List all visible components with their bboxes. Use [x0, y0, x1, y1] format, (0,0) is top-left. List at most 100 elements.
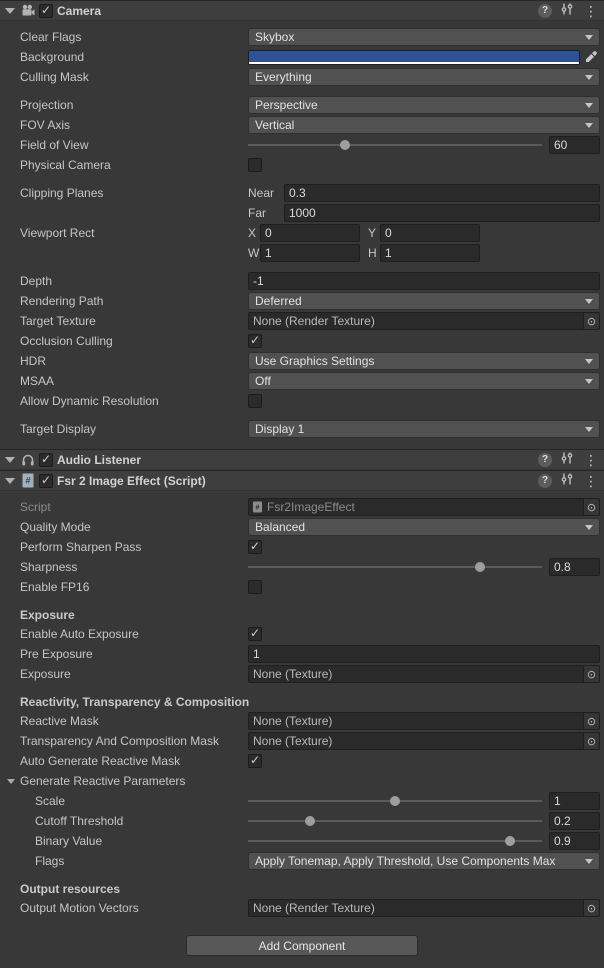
viewport-h-input[interactable]: 1	[380, 244, 480, 262]
property-label: Field of View	[0, 138, 248, 152]
foldout-open-icon[interactable]	[5, 8, 15, 14]
property-label: Sharpness	[0, 560, 248, 574]
object-picker-icon[interactable]: ⊙	[583, 666, 599, 682]
flags-dropdown[interactable]: Apply Tonemap, Apply Threshold, Use Comp…	[248, 852, 600, 870]
audio-listener-enabled-checkbox[interactable]	[39, 453, 53, 467]
msaa-dropdown[interactable]: Off	[248, 372, 600, 390]
physical-camera-checkbox[interactable]	[248, 158, 262, 172]
property-label: Viewport Rect	[0, 226, 248, 240]
svg-text:#: #	[256, 505, 260, 512]
presets-icon[interactable]	[560, 451, 574, 468]
camera-enabled-checkbox[interactable]	[39, 4, 53, 18]
slider-handle[interactable]	[305, 816, 315, 826]
slider-track[interactable]	[248, 566, 542, 568]
target-texture-object-field[interactable]: None (Render Texture) ⊙	[248, 312, 600, 330]
section-header-output: Output resources	[0, 881, 604, 897]
enable-auto-exposure-checkbox[interactable]	[248, 627, 262, 641]
property-label: Cutoff Threshold	[0, 814, 248, 828]
occlusion-culling-checkbox[interactable]	[248, 334, 262, 348]
property-row: Projection Perspective	[0, 96, 600, 114]
headphones-icon	[19, 452, 36, 468]
more-menu-icon[interactable]: ⋮	[582, 453, 600, 467]
background-color-field[interactable]	[248, 50, 580, 65]
foldout-open-icon[interactable]	[5, 457, 15, 463]
help-icon[interactable]: ?	[538, 4, 552, 18]
object-picker-icon[interactable]: ⊙	[583, 900, 599, 916]
slider-track[interactable]	[248, 820, 542, 822]
scale-input[interactable]: 1	[549, 792, 600, 810]
viewport-x-input[interactable]: 0	[260, 224, 360, 242]
quality-mode-dropdown[interactable]: Balanced	[248, 518, 600, 536]
target-display-dropdown[interactable]: Display 1	[248, 420, 600, 438]
transparency-mask-object-field[interactable]: None (Texture) ⊙	[248, 732, 600, 750]
fov-axis-dropdown[interactable]: Vertical	[248, 116, 600, 134]
object-picker-icon[interactable]: ⊙	[583, 313, 599, 329]
slider-handle[interactable]	[475, 562, 485, 572]
projection-dropdown[interactable]: Perspective	[248, 96, 600, 114]
foldout-open-icon[interactable]	[5, 478, 15, 484]
property-row: Generate Reactive Parameters	[0, 772, 600, 790]
property-row: Enable FP16	[0, 578, 600, 596]
slider-track[interactable]	[248, 840, 542, 842]
help-icon[interactable]: ?	[538, 474, 552, 488]
slider-handle[interactable]	[340, 140, 350, 150]
binary-value-slider[interactable]	[248, 832, 542, 850]
presets-icon[interactable]	[560, 472, 574, 489]
presets-icon[interactable]	[560, 2, 574, 19]
slider-handle[interactable]	[505, 836, 515, 846]
binary-value-input[interactable]: 0.9	[549, 832, 600, 850]
cutoff-threshold-input[interactable]: 0.2	[549, 812, 600, 830]
sharpness-input[interactable]: 0.8	[549, 558, 600, 576]
property-label: HDR	[0, 354, 248, 368]
property-label: Pre Exposure	[0, 647, 248, 661]
audio-listener-component-header: Audio Listener ? ⋮	[0, 449, 604, 470]
component-title: Audio Listener	[57, 453, 141, 467]
scale-slider[interactable]	[248, 792, 542, 810]
y-label: Y	[368, 226, 380, 240]
property-row: Viewport Rect X 0 Y 0	[0, 224, 600, 242]
property-label: Occlusion Culling	[0, 334, 248, 348]
property-row: Reactive Mask None (Texture) ⊙	[0, 712, 600, 730]
add-component-button[interactable]: Add Component	[186, 935, 418, 956]
rendering-path-dropdown[interactable]: Deferred	[248, 292, 600, 310]
property-row: Rendering Path Deferred	[0, 292, 600, 310]
far-clip-input[interactable]: 1000	[284, 204, 600, 222]
slider-track[interactable]	[248, 144, 542, 146]
near-clip-input[interactable]: 0.3	[284, 184, 600, 202]
generate-reactive-parameters-foldout[interactable]: Generate Reactive Parameters	[0, 774, 248, 788]
allow-dynamic-resolution-checkbox[interactable]	[248, 394, 262, 408]
cutoff-threshold-slider[interactable]	[248, 812, 542, 830]
clear-flags-dropdown[interactable]: Skybox	[248, 28, 600, 46]
culling-mask-dropdown[interactable]: Everything	[248, 68, 600, 86]
exposure-object-field[interactable]: None (Texture) ⊙	[248, 665, 600, 683]
object-picker-icon[interactable]: ⊙	[583, 733, 599, 749]
depth-input[interactable]: -1	[248, 272, 600, 290]
more-menu-icon[interactable]: ⋮	[582, 474, 600, 488]
output-motion-vectors-object-field[interactable]: None (Render Texture) ⊙	[248, 899, 600, 917]
component-title: Fsr 2 Image Effect (Script)	[57, 474, 206, 488]
viewport-w-input[interactable]: 1	[260, 244, 360, 262]
fsr2-enabled-checkbox[interactable]	[39, 474, 53, 488]
property-label: Target Texture	[0, 314, 248, 328]
perform-sharpen-pass-checkbox[interactable]	[248, 540, 262, 554]
property-label: Reactive Mask	[0, 714, 248, 728]
slider-handle[interactable]	[390, 796, 400, 806]
eyedropper-icon[interactable]	[582, 49, 600, 65]
hdr-dropdown[interactable]: Use Graphics Settings	[248, 352, 600, 370]
object-picker-icon[interactable]: ⊙	[583, 499, 599, 515]
script-object-field[interactable]: # Fsr2ImageEffect ⊙	[248, 498, 600, 516]
property-row: W 1 H 1	[0, 244, 600, 262]
pre-exposure-input[interactable]: 1	[248, 645, 600, 663]
enable-fp16-checkbox[interactable]	[248, 580, 262, 594]
more-menu-icon[interactable]: ⋮	[582, 4, 600, 18]
property-label: Binary Value	[0, 834, 248, 848]
reactive-mask-object-field[interactable]: None (Texture) ⊙	[248, 712, 600, 730]
viewport-y-input[interactable]: 0	[380, 224, 480, 242]
auto-generate-reactive-mask-checkbox[interactable]	[248, 754, 262, 768]
property-row: Output Motion Vectors None (Render Textu…	[0, 899, 600, 917]
help-icon[interactable]: ?	[538, 453, 552, 467]
field-of-view-input[interactable]: 60	[549, 136, 600, 154]
object-picker-icon[interactable]: ⊙	[583, 713, 599, 729]
sharpness-slider[interactable]	[248, 558, 542, 576]
field-of-view-slider[interactable]	[248, 136, 542, 154]
